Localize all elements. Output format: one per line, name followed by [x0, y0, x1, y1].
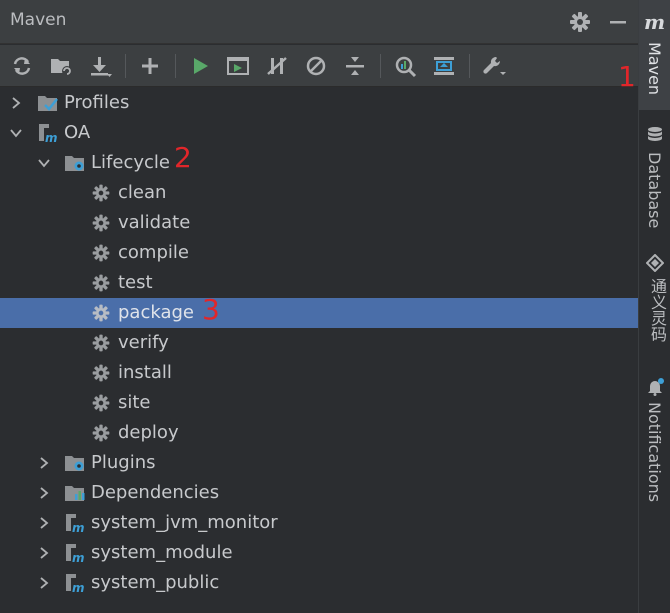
chevron-right-icon[interactable] [36, 575, 52, 591]
panel-title: Maven [10, 10, 67, 30]
tree-node-module[interactable]: m system_module [0, 538, 638, 568]
maven-module-icon: m [64, 573, 86, 595]
maven-module-icon: m [37, 123, 59, 145]
sidebar-tab-notifications[interactable]: Notifications [639, 370, 670, 510]
goal-install[interactable]: install [0, 358, 638, 388]
chevron-right-icon[interactable] [36, 455, 52, 471]
tree-node-plugins[interactable]: Plugins [0, 448, 638, 478]
tree-label-module: system_module [91, 542, 233, 563]
goal-label: compile [118, 242, 189, 263]
gear-icon [91, 183, 113, 203]
maven-toolbar [0, 45, 638, 87]
settings-wrench-icon[interactable] [480, 52, 508, 80]
chevron-down-icon[interactable] [8, 125, 24, 141]
database-icon [646, 126, 664, 144]
maven-logo-icon: m [644, 10, 666, 34]
sidebar-tab-label: Maven [645, 42, 664, 96]
plugins-folder-icon [64, 453, 86, 473]
goal-package[interactable]: package [0, 298, 638, 328]
tree-node-profiles[interactable]: Profiles [0, 88, 638, 118]
tool-window-sidebar: m Maven Database 通义灵码 Notifications [638, 0, 670, 613]
goal-label: clean [118, 182, 167, 203]
tree-node-module[interactable]: m system_public [0, 568, 638, 598]
analyze-icon[interactable] [391, 52, 419, 80]
tree-node-project-oa[interactable]: m OA [0, 118, 638, 148]
tree-label-project: OA [64, 122, 91, 143]
goal-label: site [118, 392, 151, 413]
tongyi-logo-icon [645, 253, 665, 273]
svg-text:m: m [72, 551, 85, 563]
goal-label: deploy [118, 422, 179, 443]
tree-label-profiles: Profiles [64, 92, 130, 113]
goal-label: install [118, 362, 172, 383]
gear-icon [91, 213, 113, 233]
goal-label: verify [118, 332, 169, 353]
goal-test[interactable]: test [0, 268, 638, 298]
chevron-right-icon[interactable] [36, 485, 52, 501]
chevron-right-icon[interactable] [36, 545, 52, 561]
panel-header: Maven [0, 0, 638, 44]
download-icon[interactable] [86, 52, 114, 80]
dependencies-folder-icon [64, 483, 86, 503]
tree-node-lifecycle[interactable]: Lifecycle [0, 148, 638, 178]
collapse-icon[interactable] [341, 52, 369, 80]
goal-label: validate [118, 212, 191, 233]
tree-node-module[interactable]: m system_jvm_monitor [0, 508, 638, 538]
goal-compile[interactable]: compile [0, 238, 638, 268]
sidebar-tab-tongyi[interactable]: 通义灵码 [639, 244, 670, 348]
folder-sync-icon[interactable] [47, 52, 75, 80]
lifecycle-folder-icon [64, 153, 86, 173]
gear-icon [91, 423, 113, 443]
sidebar-tab-label: 通义灵码 [648, 278, 667, 342]
execute-goal-icon[interactable] [224, 52, 252, 80]
annotation-1: 1 [618, 60, 636, 93]
goal-label: package [118, 302, 194, 323]
tree-label-module: system_public [91, 572, 220, 593]
gear-icon [91, 393, 113, 413]
annotation-3: 3 [202, 293, 220, 326]
gear-icon [91, 303, 113, 323]
gear-icon [91, 243, 113, 263]
chevron-right-icon[interactable] [36, 515, 52, 531]
goal-clean[interactable]: clean [0, 178, 638, 208]
skip-tests-icon[interactable] [302, 52, 330, 80]
maven-module-icon: m [64, 513, 86, 535]
bell-icon [646, 378, 664, 396]
goal-verify[interactable]: verify [0, 328, 638, 358]
gear-icon [91, 333, 113, 353]
sidebar-tab-maven[interactable]: m Maven [639, 0, 670, 110]
chevron-down-icon[interactable] [36, 155, 52, 171]
goal-deploy[interactable]: deploy [0, 418, 638, 448]
tree-label-plugins: Plugins [91, 452, 156, 473]
goal-site[interactable]: site [0, 388, 638, 418]
gear-icon [91, 273, 113, 293]
sidebar-tab-label: Database [645, 152, 664, 229]
sidebar-tab-database[interactable]: Database [639, 118, 670, 228]
minimize-icon[interactable] [606, 10, 630, 34]
tree-label-dependencies: Dependencies [91, 482, 220, 503]
sidebar-tab-label: Notifications [645, 402, 664, 503]
goal-label: test [118, 272, 153, 293]
profiles-folder-icon [37, 93, 59, 113]
tree-label-module: system_jvm_monitor [91, 512, 278, 533]
svg-text:m: m [72, 521, 85, 533]
gear-icon[interactable] [568, 10, 592, 34]
maven-panel: Maven Profiles m OA Lifecycle clean vali… [0, 0, 638, 613]
svg-text:m: m [45, 131, 58, 143]
chevron-right-icon[interactable] [8, 95, 24, 111]
run-icon[interactable] [186, 52, 214, 80]
show-dependencies-icon[interactable] [430, 52, 458, 80]
tree-label-lifecycle: Lifecycle [91, 152, 170, 173]
maven-module-icon: m [64, 543, 86, 565]
reload-icon[interactable] [8, 52, 36, 80]
tree-node-dependencies[interactable]: Dependencies [0, 478, 638, 508]
goal-validate[interactable]: validate [0, 208, 638, 238]
add-icon[interactable] [136, 52, 164, 80]
toggle-offline-icon[interactable] [263, 52, 291, 80]
annotation-2: 2 [174, 141, 192, 174]
gear-icon [91, 363, 113, 383]
svg-text:m: m [72, 581, 85, 593]
